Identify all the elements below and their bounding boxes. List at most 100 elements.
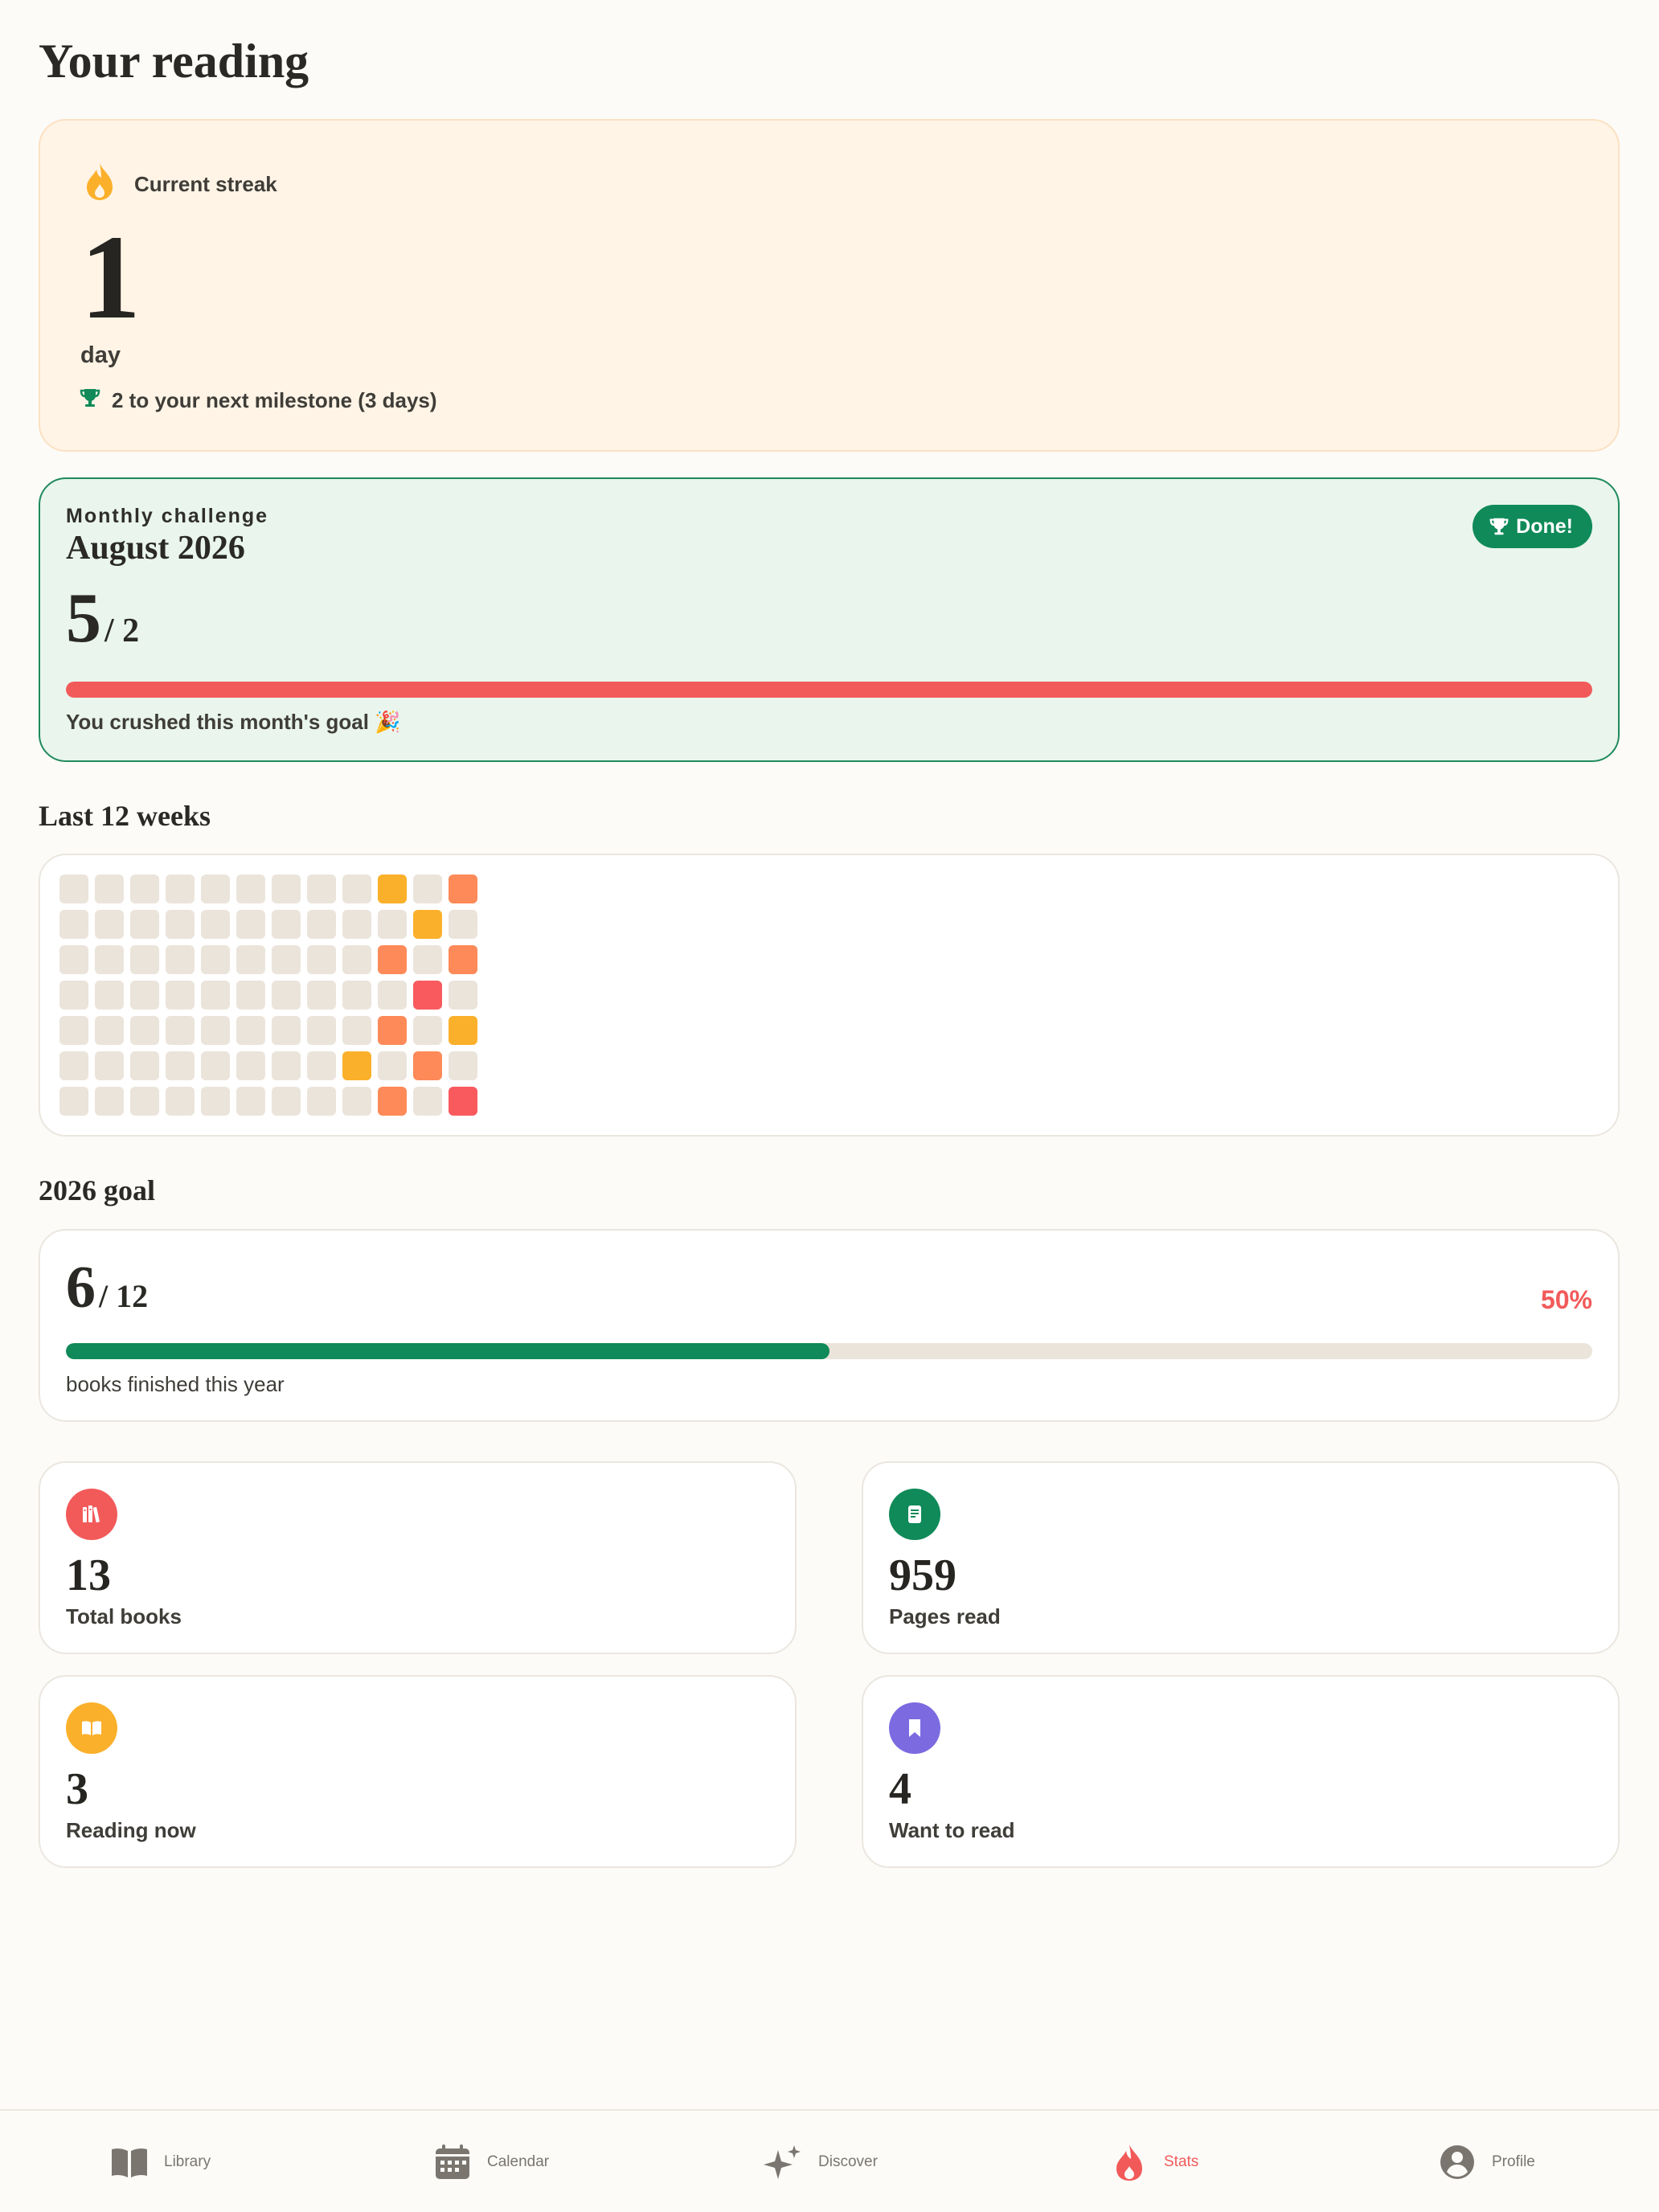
heatmap-day-cell (236, 1016, 265, 1045)
trophy-icon (1489, 518, 1509, 535)
heatmap-day-cell (166, 981, 195, 1010)
heatmap-day-cell (130, 981, 159, 1010)
streak-card: Current streak 1 day 2 to your next mile… (39, 119, 1620, 452)
heatmap-day-cell (413, 945, 442, 974)
heatmap-day-cell (59, 1016, 88, 1045)
heatmap-day-cell (95, 910, 124, 939)
heatmap-day-cell (413, 910, 442, 939)
heatmap-day-cell (449, 1087, 477, 1116)
page-title: Your reading (39, 35, 309, 88)
heatmap-day-cell (272, 910, 301, 939)
goal-percent: 50% (1540, 1285, 1592, 1314)
nav-label: Discover (818, 2153, 878, 2170)
heatmap-day-cell (378, 1087, 407, 1116)
heatmap-day-cell (307, 981, 336, 1010)
heatmap-day-cell (201, 875, 230, 903)
stat-label: Want to read (889, 1818, 1015, 1842)
sparkle-icon (764, 2145, 801, 2179)
heatmap-day-cell (236, 981, 265, 1010)
stat-value: 13 (66, 1550, 111, 1600)
heatmap-day-cell (130, 910, 159, 939)
heatmap-day-cell (236, 1087, 265, 1116)
heatmap-day-cell (95, 1087, 124, 1116)
heatmap-day-cell (201, 945, 230, 974)
heatmap-day-cell (272, 875, 301, 903)
heatmap-day-cell (236, 875, 265, 903)
nav-calendar[interactable]: Calendar (432, 2141, 549, 2183)
stat-pages-read: 959 Pages read (862, 1461, 1620, 1654)
heatmap-day-cell (449, 875, 477, 903)
heatmap-day-cell (59, 945, 88, 974)
stat-label: Pages read (889, 1604, 1001, 1628)
heatmap-day-cell (307, 910, 336, 939)
heatmap-day-cell (307, 1087, 336, 1116)
heatmap-day-cell (449, 1051, 477, 1080)
heatmap-day-cell (413, 1016, 442, 1045)
goal-target: / 12 (99, 1278, 149, 1314)
stat-total-books: 13 Total books (39, 1461, 797, 1654)
heatmap-day-cell (307, 945, 336, 974)
heatmap-day-cell (59, 1051, 88, 1080)
heatmap-day-cell (201, 981, 230, 1010)
heatmap-day-cell (166, 910, 195, 939)
stat-want-to-read: 4 Want to read (862, 1675, 1620, 1868)
heatmap-day-cell (272, 1087, 301, 1116)
heatmap-day-cell (307, 1016, 336, 1045)
heatmap-day-cell (130, 945, 159, 974)
heatmap-day-cell (95, 875, 124, 903)
heatmap-day-cell (201, 1051, 230, 1080)
heatmap-day-cell (95, 981, 124, 1010)
goal-subtitle: books finished this year (66, 1372, 285, 1396)
stat-value: 4 (889, 1764, 911, 1814)
stat-value: 959 (889, 1550, 956, 1600)
heatmap-day-cell (166, 1016, 195, 1045)
nav-label: Profile (1492, 2153, 1535, 2170)
streak-value: 1 (80, 211, 141, 344)
heatmap-day-cell (59, 981, 88, 1010)
activity-heatmap (59, 875, 477, 1116)
heatmap-day-cell (130, 1087, 159, 1116)
nav-library[interactable]: Library (109, 2141, 211, 2183)
heatmap-day-cell (449, 910, 477, 939)
yearly-goal-card: 6 / 12 50% books finished this year (39, 1229, 1620, 1422)
heatmap-day-cell (59, 875, 88, 903)
bookmark-icon (889, 1702, 940, 1754)
heatmap-day-cell (449, 1016, 477, 1045)
bottom-navigation: Library Calendar Discover Stats Profile (0, 2109, 1659, 2212)
heatmap-day-cell (272, 1016, 301, 1045)
trophy-icon (80, 389, 100, 407)
heatmap-day-cell (378, 1051, 407, 1080)
stat-value: 3 (66, 1764, 88, 1814)
heatmap-day-cell (236, 910, 265, 939)
heatmap-day-cell (201, 910, 230, 939)
flame-icon (87, 163, 113, 200)
nav-profile[interactable]: Profile (1437, 2141, 1535, 2183)
heatmap-day-cell (272, 1051, 301, 1080)
heatmap-day-cell (59, 910, 88, 939)
nav-discover[interactable]: Discover (764, 2141, 878, 2183)
nav-stats[interactable]: Stats (1109, 2141, 1198, 2183)
challenge-count: 5 / 2 (66, 584, 139, 654)
flame-icon (1116, 2144, 1142, 2181)
nav-label: Library (164, 2153, 211, 2170)
heatmap-day-cell (236, 945, 265, 974)
heatmap-day-cell (413, 1051, 442, 1080)
heatmap-day-cell (130, 875, 159, 903)
heatmap-day-cell (413, 875, 442, 903)
heatmap-day-cell (342, 1016, 371, 1045)
heatmap-day-cell (95, 1051, 124, 1080)
heatmap-day-cell (201, 1016, 230, 1045)
done-badge[interactable]: Done! (1473, 505, 1592, 548)
heatmap-day-cell (166, 1087, 195, 1116)
heatmap-day-cell (59, 1087, 88, 1116)
page-icon (889, 1489, 940, 1540)
done-badge-label: Done! (1516, 514, 1573, 538)
books-icon (66, 1489, 117, 1540)
heatmap-day-cell (342, 875, 371, 903)
heatmap-day-cell (272, 945, 301, 974)
heatmap-day-cell (236, 1051, 265, 1080)
heatmap-day-cell (378, 981, 407, 1010)
stat-label: Reading now (66, 1818, 196, 1842)
heatmap-day-cell (449, 981, 477, 1010)
heatmap-day-cell (342, 981, 371, 1010)
